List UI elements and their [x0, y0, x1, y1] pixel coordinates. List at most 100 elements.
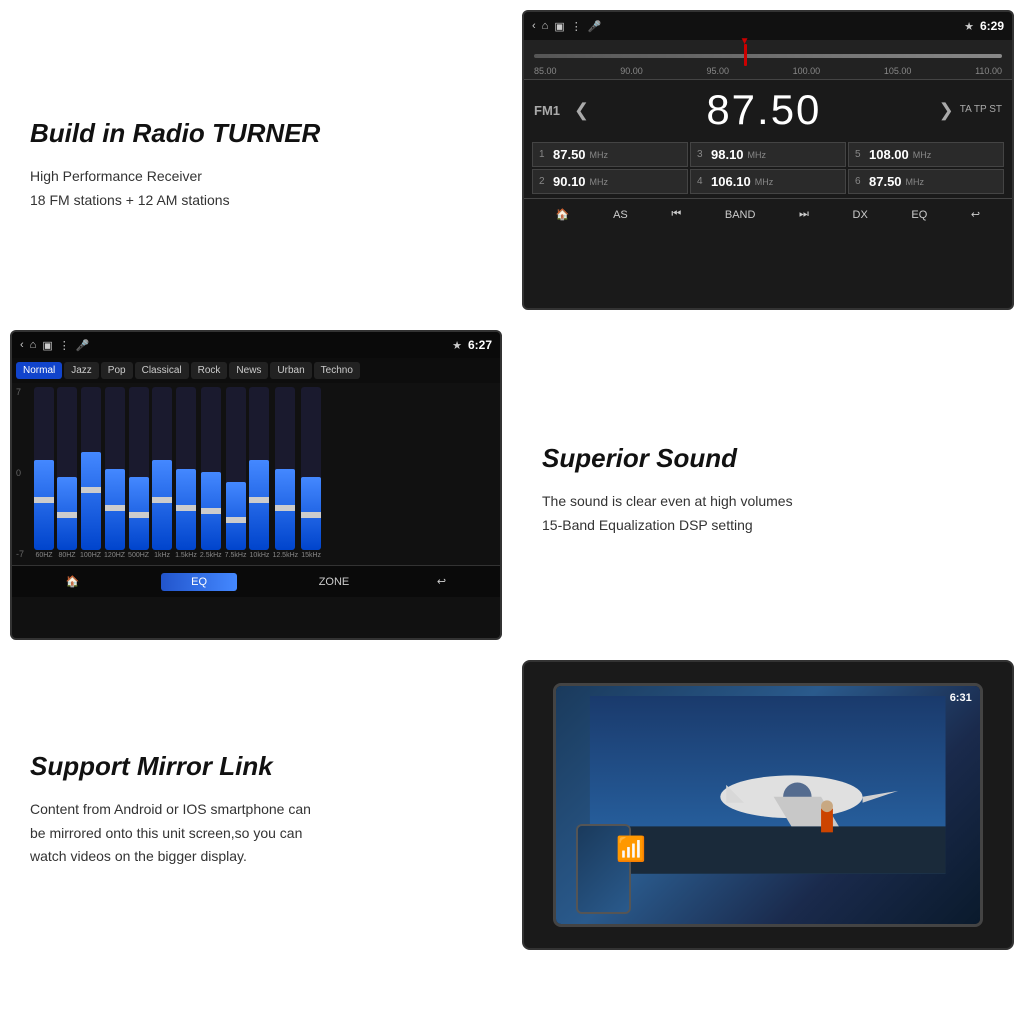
preset-unit-2: MHz [748, 150, 767, 160]
eq-home-button[interactable]: 🏠 [60, 572, 86, 591]
eq-sliders-container: 7 0 -7 60HZ 80HZ100HZ120HZ500HZ1kHz1.5kHz… [12, 383, 500, 563]
back-icon: ‹ [532, 20, 536, 32]
radio-screen-section: ‹ ⌂ ▣ ⋮ 🎤 ★ 6:29 85.00 90.00 95.00 [512, 0, 1024, 320]
mirror-desc-line3: watch videos on the bigger display. [30, 848, 247, 864]
eq-preset-techno[interactable]: Techno [314, 362, 360, 379]
tuner-mark-2: 90.00 [620, 66, 643, 76]
eq-band-9[interactable]: 10kHz [249, 387, 269, 559]
eq-band-11[interactable]: 15kHz [301, 387, 321, 559]
preset-3[interactable]: 5 108.00 MHz [848, 142, 1004, 167]
eq-band-label-3: 120HZ [104, 552, 125, 559]
eq-slider-track-5 [152, 387, 172, 550]
eq-slider-handle-3 [105, 505, 125, 511]
eq-slider-handle-6 [176, 505, 196, 511]
eq-preset-classical[interactable]: Classical [135, 362, 189, 379]
eq-band-label-11: 15kHz [301, 552, 321, 559]
eq-statusbar: ‹ ⌂ ▣ ⋮ 🎤 ★ 6:27 [12, 332, 500, 358]
eq-window-icon: ▣ [42, 339, 52, 352]
eq-back-icon: ‹ [20, 339, 24, 351]
home-icon: ⌂ [542, 20, 549, 32]
sound-desc-line1: The sound is clear even at high volumes [542, 493, 793, 509]
status-time: 6:29 [980, 19, 1004, 33]
eq-band-8[interactable]: 7.5kHz [225, 387, 247, 559]
radio-band-button[interactable]: BAND [719, 206, 762, 224]
eq-back-button[interactable]: ↩ [431, 572, 452, 591]
preset-freq-5: 106.10 [711, 174, 751, 189]
preset-unit-3: MHz [913, 150, 932, 160]
eq-screen: ‹ ⌂ ▣ ⋮ 🎤 ★ 6:27 Normal Jazz Pop Classic… [10, 330, 502, 640]
eq-band-label-8: 7.5kHz [225, 552, 247, 559]
preset-freq-6: 87.50 [869, 174, 902, 189]
frequency-display: 87.50 [595, 86, 933, 134]
preset-freq-2: 98.10 [711, 147, 744, 162]
eq-band-6[interactable]: 1.5kHz [175, 387, 197, 559]
eq-preset-pop[interactable]: Pop [101, 362, 133, 379]
eq-band-5[interactable]: 1kHz [152, 387, 172, 559]
eq-slider-handle-0 [34, 497, 54, 503]
radio-desc: High Performance Receiver 18 FM stations… [30, 165, 492, 213]
eq-slider-track-9 [249, 387, 269, 550]
preset-1[interactable]: 1 87.50 MHz [532, 142, 688, 167]
fm-band-label: FM1 [534, 103, 560, 118]
eq-band-2[interactable]: 100HZ [80, 387, 101, 559]
eq-band-label-10: 12.5kHz [272, 552, 298, 559]
eq-preset-rock[interactable]: Rock [191, 362, 228, 379]
eq-preset-news[interactable]: News [229, 362, 268, 379]
eq-slider-handle-11 [301, 512, 321, 518]
mirror-text-section: Support Mirror Link Content from Android… [0, 650, 512, 960]
eq-band-10[interactable]: 12.5kHz [272, 387, 298, 559]
preset-freq-3: 108.00 [869, 147, 909, 162]
eq-band-4[interactable]: 500HZ [128, 387, 149, 559]
eq-eq-button[interactable]: EQ [161, 573, 237, 591]
eq-slider-track-1 [57, 387, 77, 550]
radio-home-button[interactable]: 🏠 [550, 205, 576, 224]
eq-slider-fill-7 [201, 472, 221, 550]
radio-screen: ‹ ⌂ ▣ ⋮ 🎤 ★ 6:29 85.00 90.00 95.00 [522, 10, 1014, 310]
eq-zone-button[interactable]: ZONE [313, 573, 356, 591]
radio-title: Build in Radio TURNER [30, 118, 492, 149]
airplane-background: 6:31 [556, 686, 979, 923]
radio-next-button[interactable]: ⏭ [793, 205, 815, 224]
eq-band-label-2: 100HZ [80, 552, 101, 559]
eq-slider-fill-11 [301, 477, 321, 550]
eq-preset-jazz[interactable]: Jazz [64, 362, 99, 379]
eq-band-label-0: 60HZ [35, 552, 52, 559]
eq-slider-fill-4 [129, 477, 149, 550]
preset-6[interactable]: 6 87.50 MHz [848, 169, 1004, 194]
sound-title: Superior Sound [542, 443, 1004, 474]
sound-text-section: Superior Sound The sound is clear even a… [512, 320, 1024, 650]
radio-eq-button[interactable]: EQ [905, 206, 933, 224]
eq-slider-fill-6 [176, 469, 196, 551]
eq-slider-fill-2 [81, 452, 101, 550]
eq-band-3[interactable]: 120HZ [104, 387, 125, 559]
freq-next-button[interactable]: ❯ [939, 100, 954, 121]
eq-slider-fill-8 [226, 482, 246, 550]
preset-freq-1: 87.50 [553, 147, 586, 162]
eq-slider-handle-10 [275, 505, 295, 511]
eq-band-7[interactable]: 2.5kHz [200, 387, 222, 559]
radio-prev-button[interactable]: ⏮ [665, 205, 687, 224]
preset-num-5: 4 [697, 176, 707, 187]
eq-preset-urban[interactable]: Urban [270, 362, 311, 379]
freq-prev-button[interactable]: ❮ [574, 100, 589, 121]
preset-num-4: 2 [539, 176, 549, 187]
radio-dx-button[interactable]: DX [847, 206, 874, 224]
radio-text-section: Build in Radio TURNER High Performance R… [0, 0, 512, 320]
preset-2[interactable]: 3 98.10 MHz [690, 142, 846, 167]
eq-preset-normal[interactable]: Normal [16, 362, 62, 379]
radio-back-button[interactable]: ↩ [965, 205, 986, 224]
eq-right-icons: ★ 6:27 [452, 338, 492, 352]
preset-4[interactable]: 2 90.10 MHz [532, 169, 688, 194]
eq-slider-fill-9 [249, 460, 269, 550]
preset-5[interactable]: 4 106.10 MHz [690, 169, 846, 194]
preset-unit-1: MHz [590, 150, 609, 160]
tuner-track [534, 54, 1002, 58]
eq-band-1[interactable]: 80HZ [57, 387, 77, 559]
wifi-symbol: 📶 [616, 835, 646, 864]
eq-slider-track-7 [201, 387, 221, 550]
radio-as-button[interactable]: AS [607, 206, 634, 224]
eq-level-mid: 0 [16, 468, 24, 478]
eq-level-labels: 7 0 -7 [12, 383, 28, 563]
eq-screen-section: ‹ ⌂ ▣ ⋮ 🎤 ★ 6:27 Normal Jazz Pop Classic… [0, 320, 512, 650]
eq-band-0[interactable]: 60HZ [34, 387, 54, 559]
